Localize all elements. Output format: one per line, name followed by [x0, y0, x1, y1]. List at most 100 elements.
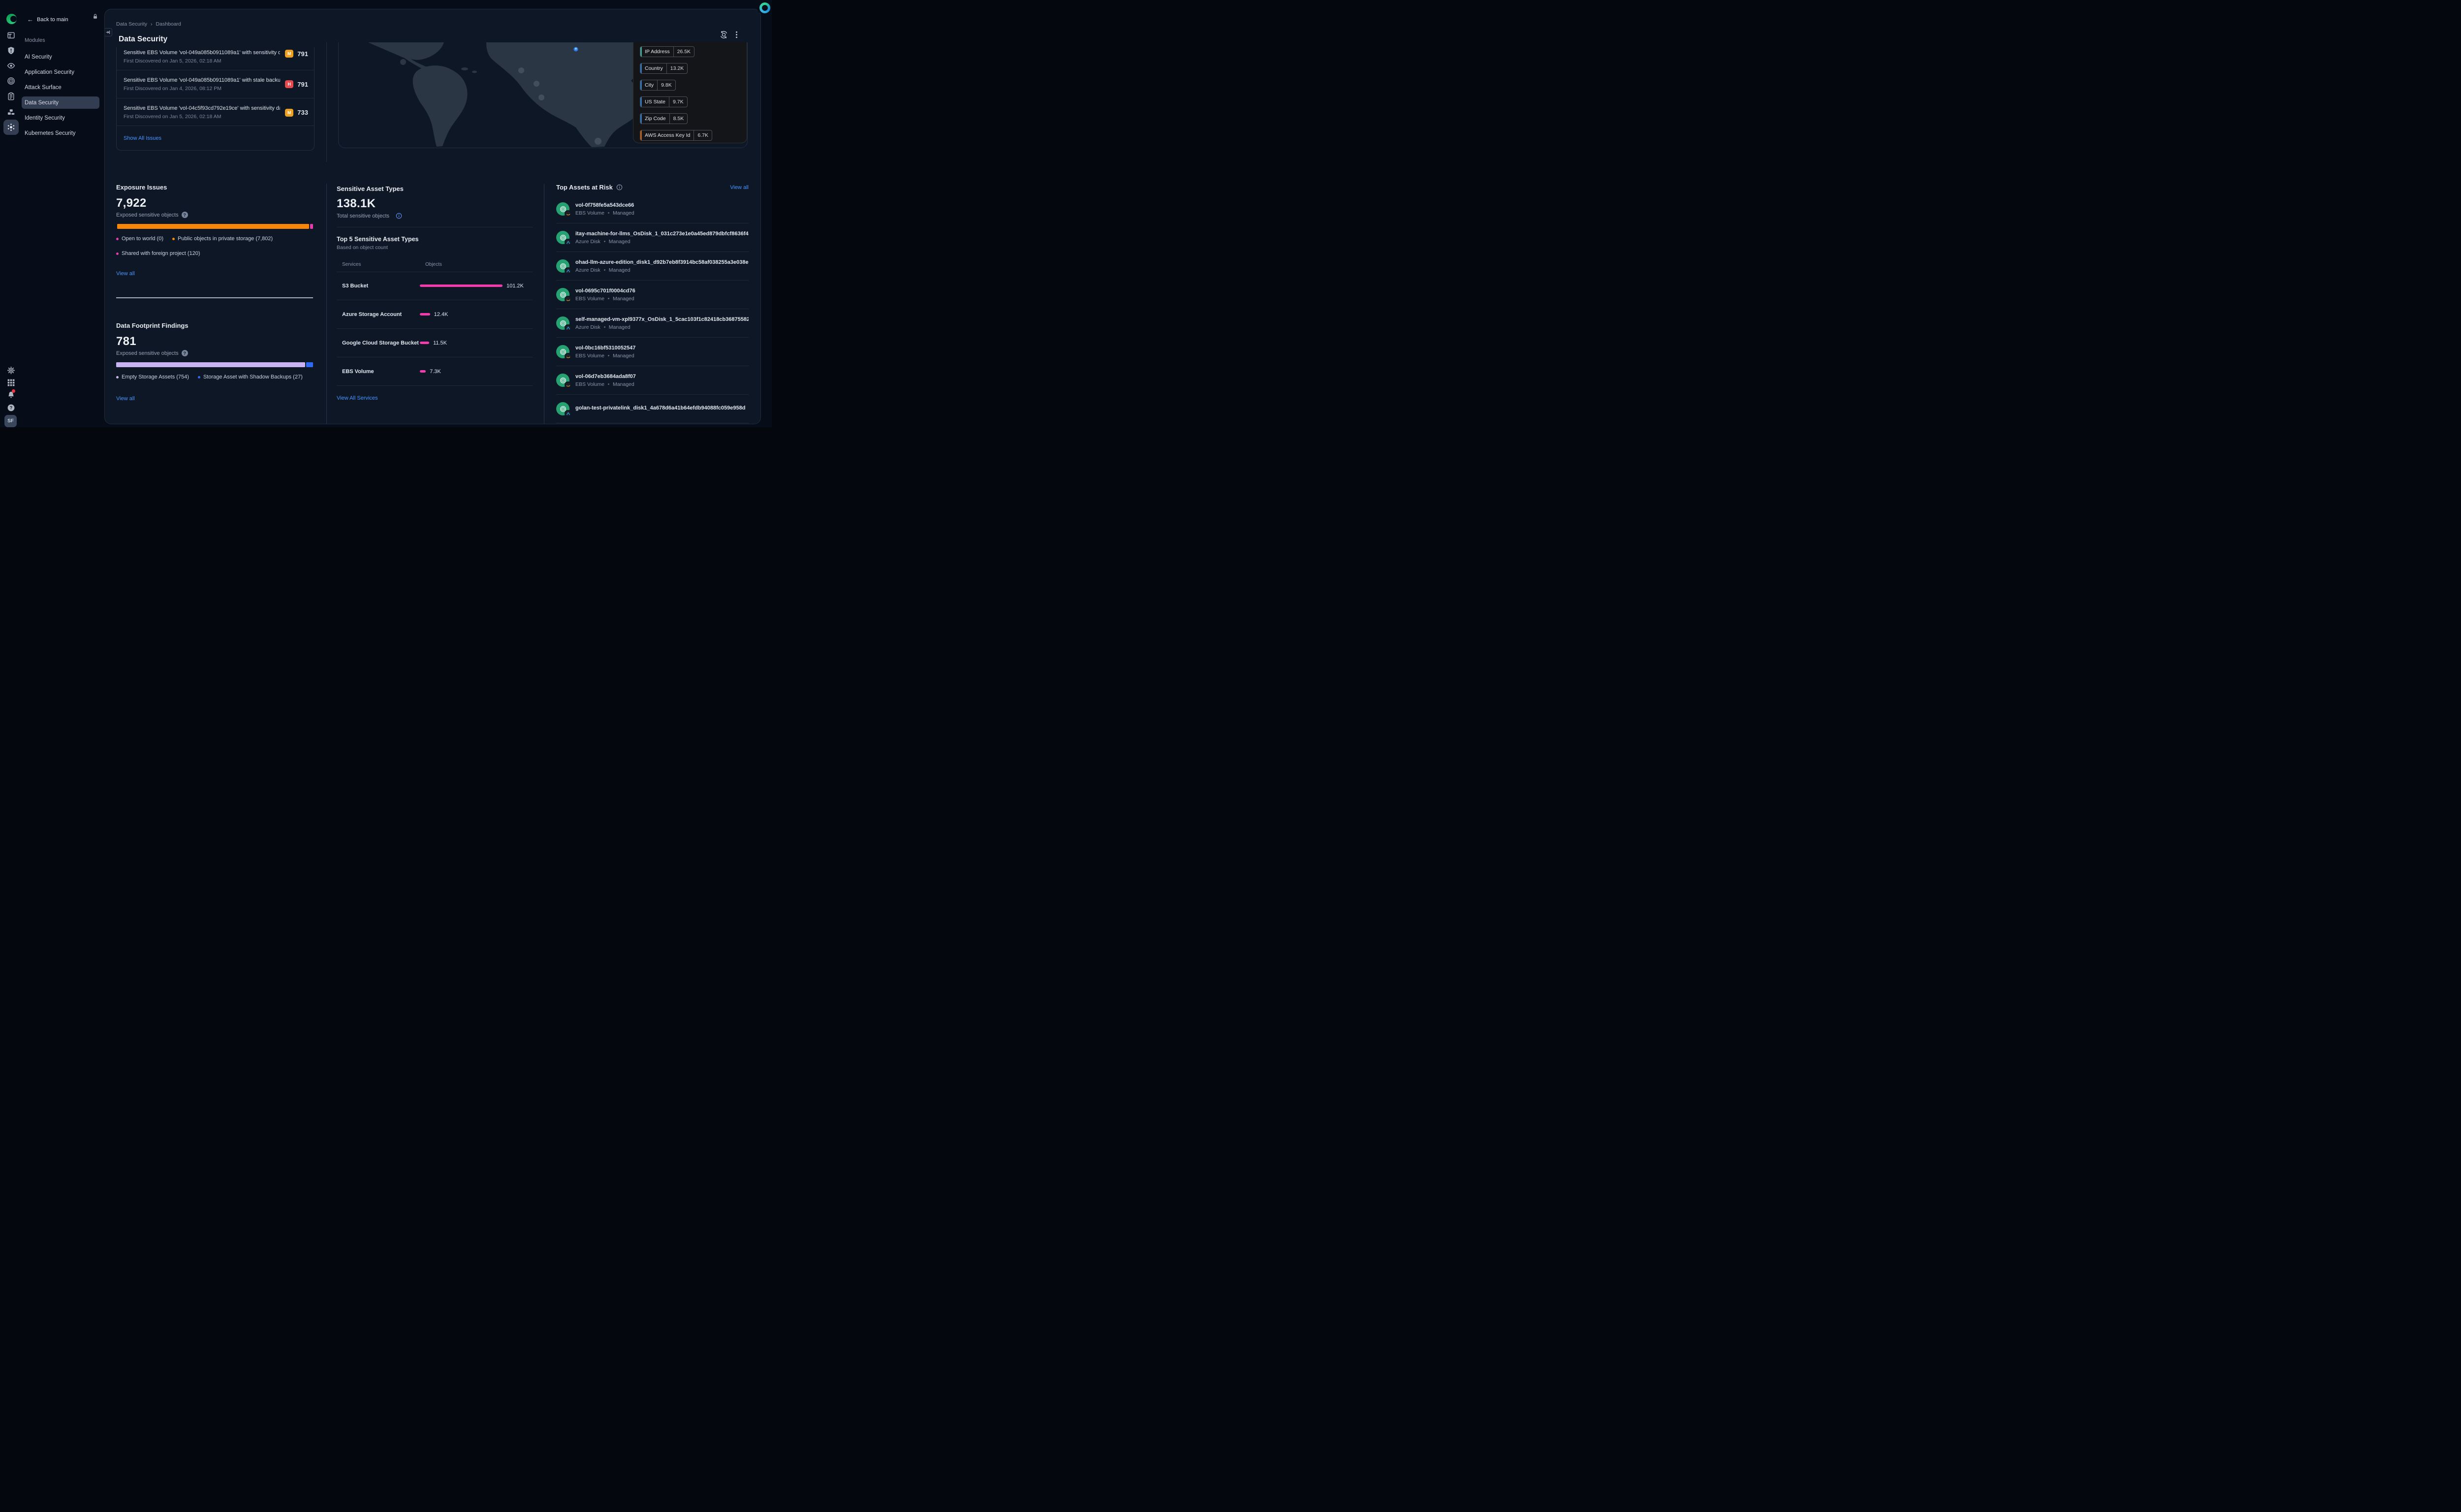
info-icon[interactable] [616, 184, 623, 190]
issue-row[interactable]: Sensitive EBS Volume 'vol-04c5f93cd792e1… [117, 98, 314, 126]
asset-row[interactable]: vol-0f758fe5a543dce66 EBS VolumeManaged [556, 195, 749, 223]
sidebar-item-application-security[interactable]: Application Security [22, 66, 99, 78]
footprint-legend: Empty Storage Assets (754) Storage Asset… [116, 374, 313, 380]
asset-type: Azure Disk [575, 239, 600, 245]
shield-alert-icon[interactable] [7, 46, 15, 55]
asset-types-total: 138.1K [337, 197, 376, 211]
world-map-card: IP Address26.5K Country13.2K City9.8K US… [338, 42, 748, 148]
column-divider [326, 184, 327, 424]
asset-types-title: Sensitive Asset Types [337, 185, 404, 192]
user-avatar[interactable]: SF [4, 415, 17, 427]
azure-badge-icon [565, 239, 571, 246]
breadcrumb-current[interactable]: Dashboard [156, 21, 181, 27]
exposure-total: 7,922 [116, 196, 147, 210]
back-arrow-icon: ← [27, 16, 33, 23]
top-assets-view-all-link[interactable]: View all [730, 185, 749, 190]
service-row[interactable]: EBS Volume 7.3K [337, 357, 533, 386]
service-row[interactable]: S3 Bucket 101.2K [337, 272, 533, 300]
eye-icon[interactable] [7, 62, 15, 70]
exposure-view-all-link[interactable]: View all [116, 271, 135, 277]
service-value: 11.5K [433, 340, 447, 346]
issue-discovered-date: First Discovered on Jan 4, 2026, 08:12 P… [124, 86, 280, 92]
section-divider [326, 42, 327, 162]
bar-segment-shadow-backups [306, 362, 313, 367]
data-type-badge[interactable]: Country13.2K [640, 63, 688, 74]
dashboard-panel-icon[interactable] [7, 31, 15, 39]
breadcrumb-parent[interactable]: Data Security [116, 21, 147, 27]
issue-row[interactable]: Sensitive EBS Volume 'vol-049a085b091108… [117, 70, 314, 98]
data-footprint-title: Data Footprint Findings [116, 322, 189, 329]
target-rings-icon[interactable] [7, 77, 15, 85]
top5-subtitle: Based on object count [337, 245, 388, 251]
azure-badge-icon [565, 267, 571, 274]
exposure-legend: Open to world (0) Public objects in priv… [116, 236, 313, 256]
sidebar-item-ai-security[interactable]: AI Security [22, 51, 99, 63]
refresh-sync-icon[interactable] [720, 31, 728, 39]
sensitive-data-types-panel: IP Address26.5K Country13.2K City9.8K US… [633, 42, 747, 143]
apps-grid-icon[interactable] [7, 378, 15, 387]
service-value: 101.2K [506, 283, 524, 289]
legend-label: Storage Asset with Shadow Backups (27) [203, 374, 303, 380]
issue-score: 791 [297, 81, 308, 88]
legend-dot [116, 252, 119, 255]
back-to-main-label: Back to main [37, 17, 68, 23]
top-section: Sensitive EBS Volume 'vol-049a085b091108… [105, 42, 760, 164]
asset-type: EBS Volume [575, 210, 604, 216]
asset-row[interactable]: self-managed-vm-xpl9377x_OsDisk_1_5cac10… [556, 309, 749, 338]
map-location-marker[interactable] [573, 46, 579, 52]
asset-row[interactable]: itay-machine-for-llms_OsDisk_1_031c273e1… [556, 223, 749, 252]
sidebar-item-data-security[interactable]: Data Security [22, 96, 99, 109]
asset-row[interactable]: ohad-llm-azure-edition_disk1_d92b7eb8f39… [556, 252, 749, 281]
lock-icon [92, 13, 98, 22]
more-options-kebab-icon[interactable] [732, 31, 741, 39]
asset-row[interactable]: vol-0bc16bf5310052547 EBS VolumeManaged [556, 338, 749, 366]
asset-status: Managed [613, 353, 634, 359]
asset-row[interactable]: vol-0695c701f0004cd76 EBS VolumeManaged [556, 281, 749, 309]
sidebar-item-kubernetes-security[interactable]: Kubernetes Security [22, 127, 99, 139]
exposure-column: Exposure Issues 7,922 Exposed sensitive … [116, 184, 315, 410]
main-content-card: Data Security › Dashboard Data Security … [104, 9, 761, 424]
org-blocks-icon[interactable] [7, 108, 15, 116]
question-help-icon[interactable]: ? [182, 212, 188, 218]
sidebar-item-attack-surface[interactable]: Attack Surface [22, 81, 99, 94]
data-type-badge[interactable]: IP Address26.5K [640, 46, 694, 57]
view-all-services-link[interactable]: View All Services [337, 395, 378, 401]
legend-label: Public objects in private storage (7,802… [178, 236, 273, 242]
help-icon[interactable]: ? [7, 404, 15, 412]
sidebar-icon-rail: ? [0, 0, 22, 427]
data-type-badge[interactable]: AWS Access Key Id6.7K [640, 130, 712, 141]
data-type-badge[interactable]: City9.8K [640, 80, 676, 91]
footprint-view-all-link[interactable]: View all [116, 396, 135, 402]
asset-type: Azure Disk [575, 324, 600, 330]
service-bar [420, 284, 503, 287]
data-type-badge[interactable]: Zip Code8.5K [640, 113, 688, 124]
service-row[interactable]: Azure Storage Account 12.4K [337, 300, 533, 329]
service-value: 12.4K [434, 312, 448, 317]
sidebar-item-identity-security[interactable]: Identity Security [22, 112, 99, 124]
data-type-badge[interactable]: US State9.7K [640, 96, 688, 107]
asset-row[interactable]: golan-test-privatelink_disk1_4a678d6a41b… [556, 395, 749, 423]
notification-dot [12, 389, 15, 393]
question-help-icon[interactable]: ? [182, 350, 188, 356]
clipboard-icon[interactable] [7, 92, 15, 100]
bar-segment-empty-storage [116, 362, 305, 367]
data-security-module-icon[interactable] [3, 120, 19, 135]
top-assets-title: Top Assets at Risk [556, 184, 613, 191]
collapse-sidebar-button[interactable] [104, 28, 112, 36]
aws-badge-icon [565, 296, 571, 303]
back-to-main-button[interactable]: ← Back to main [27, 16, 68, 23]
bar-segment-public-objects [117, 224, 309, 229]
legend-label: Open to world (0) [122, 236, 163, 242]
asset-row[interactable]: vol-06d7eb3684ada8f07 EBS VolumeManaged [556, 366, 749, 395]
show-all-issues-link[interactable]: Show All Issues [124, 135, 161, 141]
severity-badge-medium: M [285, 109, 293, 117]
service-row[interactable]: Google Cloud Storage Bucket 11.5K [337, 329, 533, 357]
issue-discovered-date: First Discovered on Jan 5, 2026, 02:18 A… [124, 114, 280, 120]
issue-row[interactable]: Sensitive EBS Volume 'vol-049a085b091108… [117, 47, 314, 70]
legend-dot [116, 376, 119, 378]
info-icon[interactable] [396, 213, 402, 219]
exposure-subtitle: Exposed sensitive objects [116, 212, 179, 218]
footprint-total: 781 [116, 335, 136, 348]
settings-gear-icon[interactable] [7, 366, 15, 375]
legend-dot [198, 376, 200, 378]
